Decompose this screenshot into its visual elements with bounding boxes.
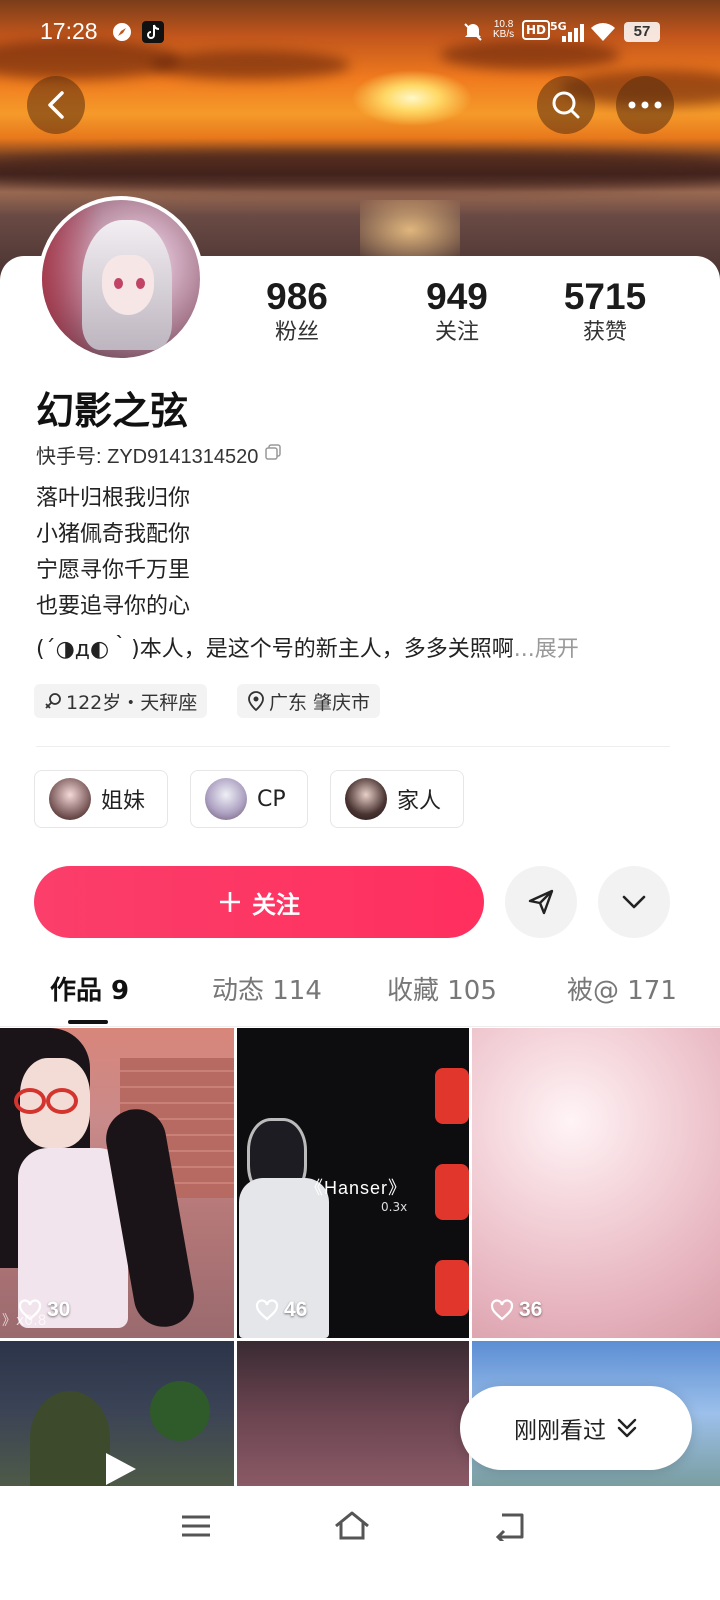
video-thumbnail[interactable]: 》x0.8 30 <box>0 1028 234 1338</box>
user-id: 快手号: ZYD9141314520 <box>36 446 259 468</box>
video-thumbnail[interactable] <box>237 1341 469 1486</box>
video-thumbnail[interactable]: 《Hanser》 0.3x 46 <box>237 1028 469 1338</box>
profile-bio: 落叶归根我归你 小猪佩奇我配你 宁愿寻你千万里 也要追寻你的心 <box>36 481 190 625</box>
group-label: 姐妹 <box>101 789 146 814</box>
expand-actions-button[interactable] <box>598 866 670 938</box>
recently-viewed-label: 刚刚看过 <box>514 1418 606 1444</box>
stat-value: 5715 <box>563 276 647 317</box>
group-label: 家人 <box>397 789 442 814</box>
speed-badge: 0.3x <box>381 1200 408 1214</box>
stat-label: 获赞 <box>582 320 627 345</box>
follow-button[interactable]: 关注 <box>34 866 484 938</box>
video-thumbnail[interactable]: 36 <box>472 1028 720 1338</box>
group-avatar <box>345 778 387 820</box>
divider <box>0 1026 720 1027</box>
tag-age: 122岁・天秤座 <box>34 684 208 718</box>
system-nav-bar <box>0 1486 720 1600</box>
tag-location: 广东 肇庆市 <box>237 684 381 718</box>
group-avatar <box>205 778 247 820</box>
message-button[interactable] <box>505 866 577 938</box>
back-button[interactable] <box>27 76 85 134</box>
stat-value: 986 <box>266 276 328 317</box>
menu-button[interactable] <box>176 1508 216 1544</box>
hd-badge: HD <box>522 20 551 40</box>
location-pin-icon <box>248 691 264 711</box>
follow-label: 关注 <box>252 890 300 919</box>
bio-line: 小猪佩奇我配你 <box>36 522 191 547</box>
more-horizontal-icon <box>628 101 662 109</box>
more-button[interactable] <box>616 76 674 134</box>
like-count: 36 <box>490 1298 542 1322</box>
battery-indicator: 57 <box>624 22 660 42</box>
stat-fans[interactable]: 986 粉丝 <box>232 275 362 347</box>
group-avatar <box>49 778 91 820</box>
stat-label: 关注 <box>434 320 479 345</box>
status-time: 17:28 <box>40 18 98 44</box>
stat-following[interactable]: 949 关注 <box>392 275 522 347</box>
send-icon <box>528 889 554 915</box>
return-icon <box>495 1513 524 1541</box>
video-thumbnail[interactable] <box>0 1341 234 1486</box>
like-count: 30 <box>18 1298 70 1322</box>
tab-indicator <box>68 1020 108 1024</box>
group-label: CP <box>257 786 286 812</box>
tab-mentions[interactable]: 被@ 171 <box>567 970 677 1007</box>
tab-works[interactable]: 作品 9 <box>50 970 129 1007</box>
expand-link[interactable]: ...展开 <box>514 637 579 662</box>
chevron-left-icon <box>48 91 64 119</box>
video-caption: 《Hanser》 <box>305 1178 408 1198</box>
recently-viewed-button[interactable]: 刚刚看过 <box>460 1386 692 1470</box>
double-chevron-down-icon <box>617 1418 637 1438</box>
heart-icon <box>255 1299 279 1321</box>
bio-line: (´◑д◐｀)本人，是这个号的新主人，多多关照啊 <box>36 637 514 662</box>
search-icon <box>552 91 580 119</box>
wifi-icon <box>590 20 616 44</box>
gender-icon <box>45 693 61 709</box>
tag-label: 122岁・天秤座 <box>66 691 198 714</box>
home-icon <box>335 1511 369 1540</box>
content-tabs: 作品 9 动态 114 收藏 105 被@ 171 <box>0 970 720 1026</box>
back-nav-button[interactable] <box>490 1508 530 1544</box>
user-id-row: 快手号: ZYD9141314520 <box>36 440 282 469</box>
home-button[interactable] <box>332 1508 372 1544</box>
group-cp[interactable]: CP <box>190 770 308 828</box>
group-family[interactable]: 家人 <box>330 770 464 828</box>
tab-favorites[interactable]: 收藏 105 <box>387 970 497 1007</box>
plus-icon <box>220 892 240 912</box>
signal-icon <box>560 20 584 44</box>
heart-icon <box>490 1299 514 1321</box>
profile-name: 幻影之弦 <box>36 389 189 433</box>
tag-label: 广东 肇庆市 <box>269 691 371 714</box>
bio-line: 宁愿寻你千万里 <box>36 558 191 583</box>
bio-last-line: (´◑д◐｀)本人，是这个号的新主人，多多关照啊...展开 <box>36 631 579 663</box>
tiktok-icon <box>142 20 164 44</box>
stat-value: 949 <box>426 276 488 317</box>
divider <box>36 746 670 747</box>
mute-icon <box>462 20 484 44</box>
bio-line: 落叶归根我归你 <box>36 486 191 511</box>
bio-line: 也要追寻你的心 <box>36 594 191 619</box>
heart-icon <box>18 1299 42 1321</box>
play-icon <box>106 1453 136 1485</box>
tab-moments[interactable]: 动态 114 <box>212 970 322 1007</box>
like-count: 46 <box>255 1298 307 1322</box>
chevron-down-icon <box>622 895 646 909</box>
copy-icon[interactable] <box>264 443 282 467</box>
search-button[interactable] <box>537 76 595 134</box>
group-sisters[interactable]: 姐妹 <box>34 770 168 828</box>
status-bar: 17:28 10.8 KB/s HD 5G 57 <box>0 0 720 64</box>
network-speed: 10.8 KB/s <box>493 19 515 40</box>
stat-likes[interactable]: 5715 获赞 <box>540 275 670 347</box>
stat-label: 粉丝 <box>274 320 319 345</box>
avatar[interactable] <box>38 196 204 362</box>
menu-icon <box>182 1515 210 1537</box>
compass-icon <box>112 20 132 44</box>
